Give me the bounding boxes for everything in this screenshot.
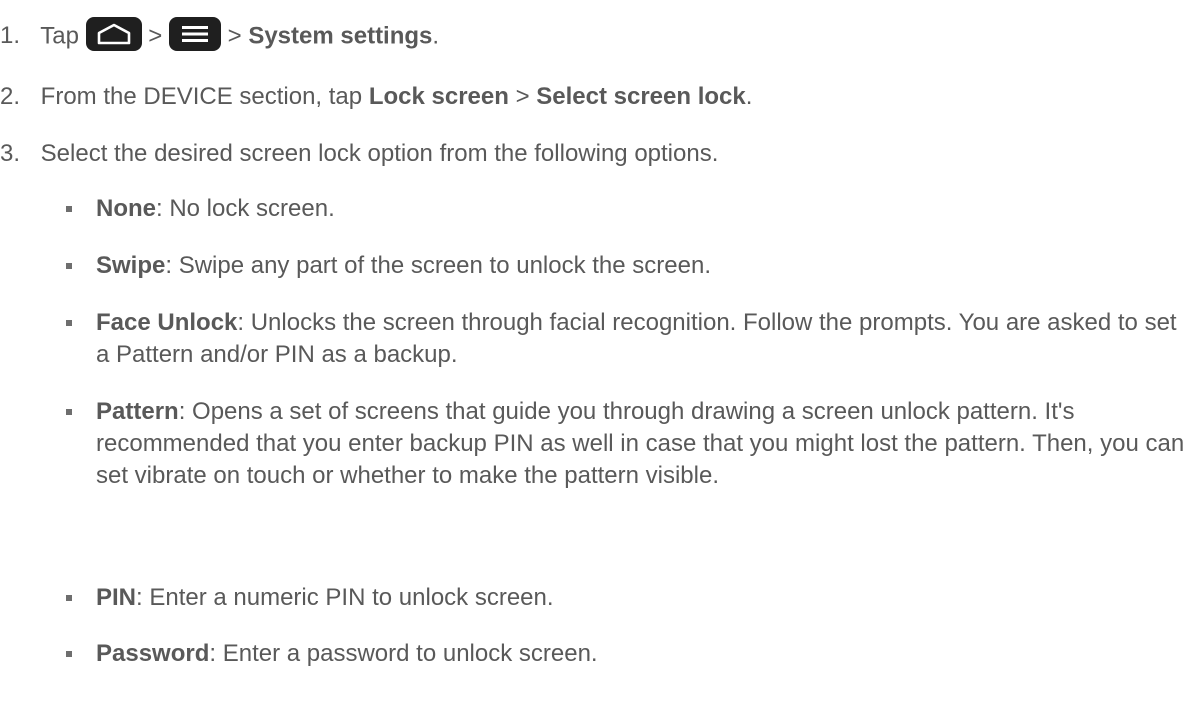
option-term: Swipe xyxy=(96,252,166,279)
option-password: Password: Enter a password to unlock scr… xyxy=(66,638,1186,670)
bullet xyxy=(66,263,72,269)
option-swipe: Swipe: Swipe any part of the screen to u… xyxy=(66,250,1186,282)
option-term: Face Unlock xyxy=(96,309,238,336)
bullet xyxy=(66,320,72,326)
option-pin: PIN: Enter a numeric PIN to unlock scree… xyxy=(66,582,1186,614)
option-description: : No lock screen. xyxy=(156,195,335,222)
separator: > xyxy=(148,22,163,50)
home-key-icon xyxy=(85,17,142,51)
option-term: Password xyxy=(96,640,210,667)
select-screen-lock-label: Select screen lock xyxy=(536,83,746,110)
step-text: Select the desired screen lock option fr… xyxy=(40,140,719,167)
step-2: 2. From the DEVICE section, tap Lock scr… xyxy=(0,83,752,111)
step-1: 1. Tap > > System settings. xyxy=(0,17,440,54)
step-end: . xyxy=(745,83,753,110)
step-text: Tap xyxy=(40,22,79,50)
option-term: None xyxy=(96,195,156,222)
separator: > xyxy=(227,22,242,50)
step-number: 1. xyxy=(0,22,21,50)
option-face-unlock: Face Unlock: Unlocks the screen through … xyxy=(66,307,1186,371)
step-number: 2. xyxy=(0,83,21,110)
system-settings-label: System settings xyxy=(248,22,433,50)
option-description: : Opens a set of screens that guide you … xyxy=(96,398,1185,489)
step-3: 3. Select the desired screen lock option… xyxy=(0,140,718,168)
separator: > xyxy=(515,83,530,110)
bullet xyxy=(66,206,72,212)
option-description: : Unlocks the screen through facial reco… xyxy=(96,309,1177,368)
option-description: : Swipe any part of the screen to unlock… xyxy=(165,252,711,279)
step-number: 3. xyxy=(0,140,21,167)
option-term: Pattern xyxy=(96,398,179,425)
bullet xyxy=(66,595,72,601)
bullet xyxy=(66,651,72,657)
option-term: PIN xyxy=(96,584,137,611)
option-none: None: No lock screen. xyxy=(66,193,1186,225)
option-description: : Enter a password to unlock screen. xyxy=(209,640,598,667)
lock-screen-label: Lock screen xyxy=(368,83,509,110)
menu-key-icon xyxy=(168,17,221,51)
option-description: : Enter a numeric PIN to unlock screen. xyxy=(136,584,554,611)
option-pattern: Pattern: Opens a set of screens that gui… xyxy=(66,396,1186,492)
bullet xyxy=(66,409,72,415)
step-end: . xyxy=(432,22,440,50)
step-text: From the DEVICE section, tap xyxy=(40,83,363,110)
